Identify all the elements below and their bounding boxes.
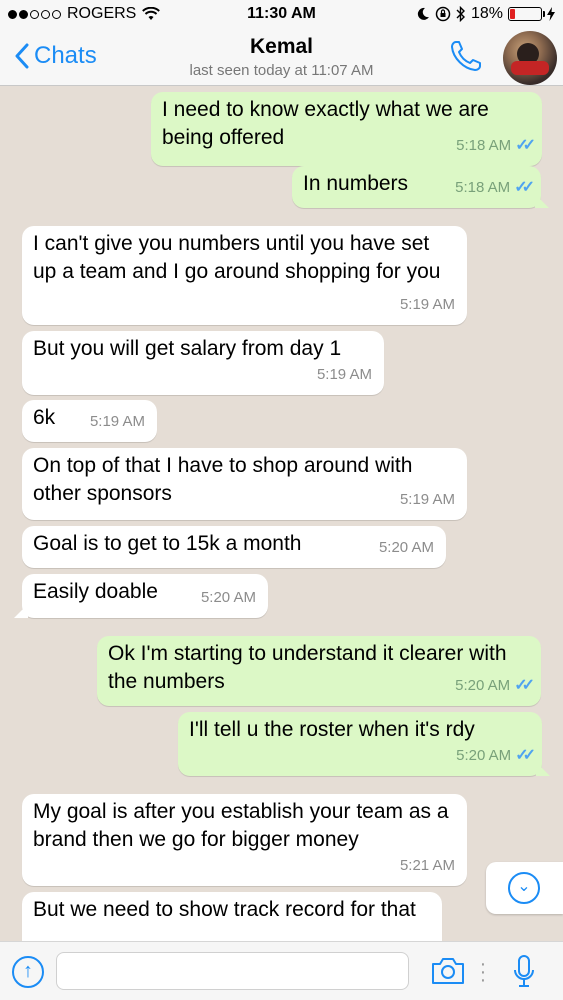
chevron-left-icon: [15, 43, 29, 69]
message-time: 5:18 AM: [455, 179, 511, 196]
message-bubble-incoming[interactable]: But we need to show track record for tha…: [22, 892, 442, 941]
message-bubble-incoming[interactable]: On top of that I have to shop around wit…: [22, 448, 467, 520]
message-bubble-outgoing[interactable]: In numbers 5:18 AM ✓✓: [292, 166, 541, 208]
signal-strength-icon: [8, 9, 61, 19]
message-meta: 5:21 AM: [400, 852, 455, 880]
message-meta: 5:20 AM ✓✓: [455, 672, 535, 700]
battery-icon: [508, 7, 545, 21]
message-time: 5:20 AM: [456, 747, 512, 764]
message-text: My goal is after you establish your team…: [33, 800, 449, 851]
message-meta: 5:20 AM: [201, 584, 256, 612]
message-bubble-incoming[interactable]: 6k 5:19 AM: [22, 400, 157, 442]
attach-icon[interactable]: ↑: [12, 956, 44, 988]
message-text: But we need to show track record for tha…: [33, 898, 416, 921]
message-time: 5:19 AM: [399, 296, 455, 313]
message-bubble-outgoing[interactable]: Ok I'm starting to understand it clearer…: [97, 636, 541, 706]
message-meta: 5:19 AM: [400, 291, 455, 319]
message-time: 5:20 AM: [200, 589, 256, 606]
chevron-down-icon: ⌄: [508, 872, 540, 904]
message-time: 5:18 AM: [456, 137, 512, 154]
message-bubble-incoming[interactable]: Easily doable 5:20 AM: [22, 574, 268, 618]
battery-percent: 18%: [470, 5, 503, 22]
message-time: 5:19 AM: [316, 366, 372, 383]
compose-bar: ↑ · · ·: [0, 941, 563, 1000]
message-meta: 5:19 AM: [317, 361, 372, 389]
carrier-area: ROGERS: [8, 5, 161, 23]
wifi-icon: [142, 7, 161, 20]
chat-header: Chats Kemal last seen today at 11:07 AM: [0, 30, 563, 86]
message-time: 5:20 AM: [378, 539, 434, 556]
message-meta: 5:19 AM: [400, 486, 455, 514]
back-button[interactable]: Chats: [14, 42, 97, 70]
rotation-lock-icon: [435, 6, 451, 22]
double-check-icon: ✓✓: [514, 677, 535, 694]
message-bubble-outgoing[interactable]: I'll tell u the roster when it's rdy 5:2…: [178, 712, 542, 776]
message-text: On top of that I have to shop around wit…: [33, 454, 413, 505]
message-bubble-outgoing[interactable]: I need to know exactly what we are being…: [151, 92, 542, 166]
message-bubble-incoming[interactable]: I can't give you numbers until you have …: [22, 226, 467, 325]
message-bubble-incoming[interactable]: Goal is to get to 15k a month 5:20 AM: [22, 526, 446, 568]
message-bubble-incoming[interactable]: My goal is after you establish your team…: [22, 794, 467, 886]
message-input[interactable]: [56, 952, 409, 990]
double-check-icon: ✓✓: [515, 747, 536, 764]
message-meta: 5:18 AM ✓✓: [456, 132, 536, 160]
carrier-name: ROGERS: [67, 5, 137, 22]
bluetooth-icon: [456, 6, 465, 22]
message-time: 5:21 AM: [399, 857, 455, 874]
double-check-icon: ✓✓: [514, 179, 535, 196]
phone-call-icon[interactable]: [448, 38, 484, 74]
charging-icon: [547, 7, 555, 21]
message-meta: 5:19 AM: [90, 408, 145, 436]
more-options-icon[interactable]: · · ·: [478, 954, 488, 990]
message-list[interactable]: I need to know exactly what we are being…: [0, 86, 563, 941]
contact-avatar[interactable]: [503, 31, 557, 85]
status-bar: ROGERS 11:30 AM 18%: [0, 0, 563, 30]
status-right: 18%: [416, 5, 555, 23]
message-text: I'll tell u the roster when it's rdy: [189, 718, 475, 741]
message-text: Goal is to get to 15k a month: [33, 532, 302, 555]
message-text: I can't give you numbers until you have …: [33, 232, 441, 283]
scroll-to-bottom-button[interactable]: ⌄: [486, 862, 563, 914]
microphone-icon[interactable]: [512, 954, 536, 990]
message-text: But you will get salary from day 1: [33, 337, 342, 360]
message-bubble-incoming[interactable]: But you will get salary from day 1 5:19 …: [22, 331, 384, 395]
message-meta: 5:20 AM ✓✓: [456, 742, 536, 770]
back-label: Chats: [34, 42, 97, 69]
message-time: 5:19 AM: [89, 413, 145, 430]
message-time: 5:19 AM: [399, 491, 455, 508]
message-meta: 5:20 AM: [379, 534, 434, 562]
double-check-icon: ✓✓: [515, 137, 536, 154]
camera-icon[interactable]: [430, 956, 466, 986]
message-meta: 5:18 AM ✓✓: [455, 174, 535, 202]
message-time: 5:20 AM: [455, 677, 511, 694]
moon-icon: [417, 7, 429, 20]
